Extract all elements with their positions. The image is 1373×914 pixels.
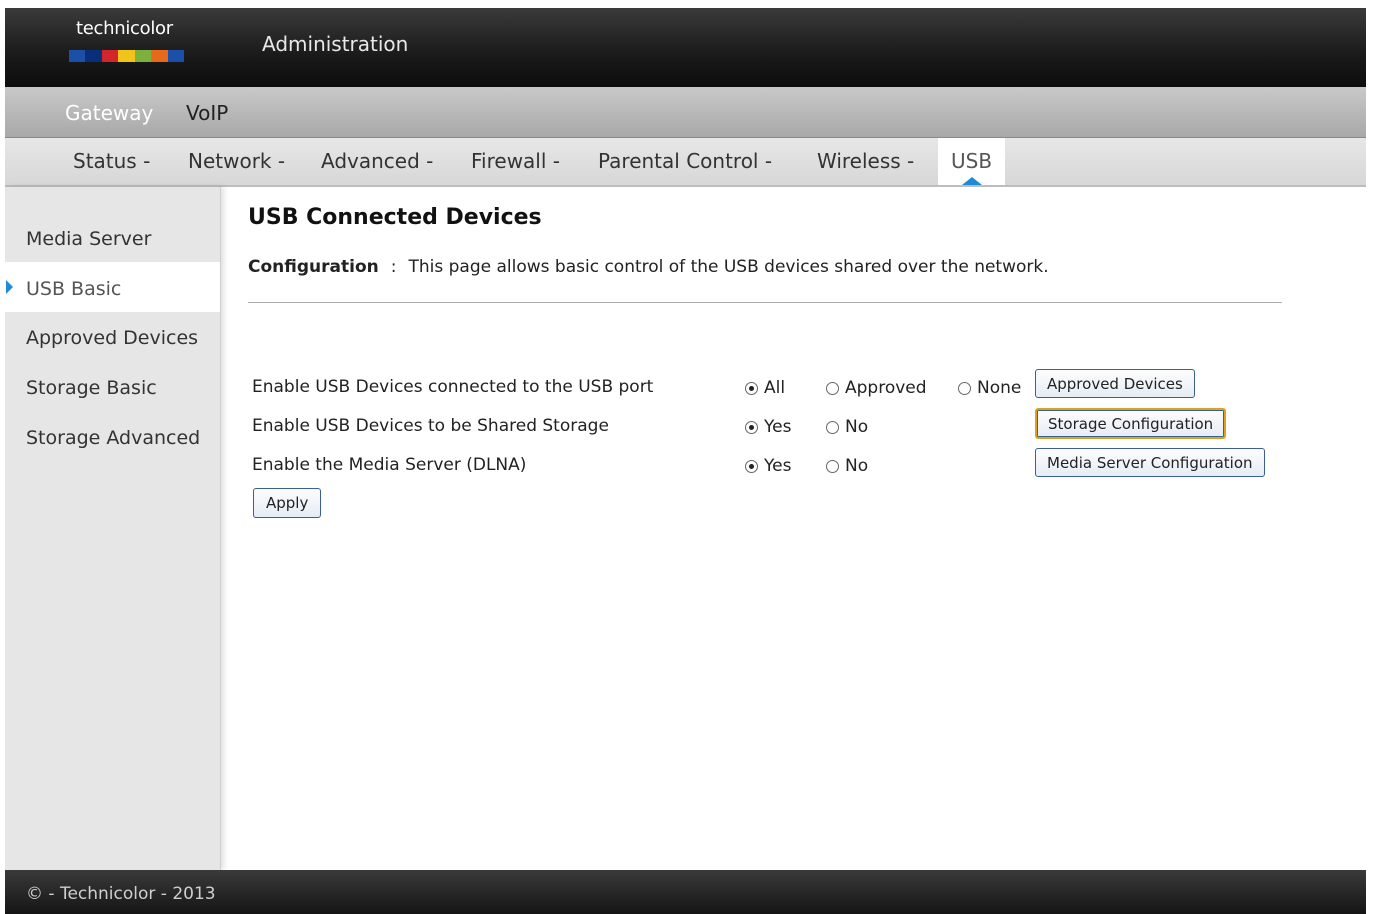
radio-label: All [764,378,786,398]
config-description: Configuration: This page allows basic con… [248,257,1049,277]
radio-usb-port-approved[interactable]: Approved [826,378,927,398]
tab-wireless[interactable]: Wireless - [817,149,914,173]
radio-label: Approved [845,378,927,398]
footer: © - Technicolor - 2013 [5,870,1366,914]
sidebar: Media Server USB Basic Approved Devices … [5,187,221,870]
active-item-arrow-icon [6,280,13,294]
sub-navigation: Status - Network - Advanced - Firewall -… [5,138,1366,187]
app-window: technicolor Administration Gateway VoIP … [5,8,1366,914]
tab-parental-control[interactable]: Parental Control - [598,149,772,173]
logo-color-bar [69,50,184,62]
radio-label: None [977,378,1022,398]
section-title: Administration [262,32,409,56]
page-title: USB Connected Devices [248,205,542,230]
approved-devices-button[interactable]: Approved Devices [1035,369,1195,398]
top-header: technicolor Administration [5,8,1366,87]
tab-status[interactable]: Status - [73,149,150,173]
radio-button[interactable] [826,420,839,434]
main-content: USB Connected Devices Configuration: This… [248,205,1282,518]
storage-configuration-button[interactable]: Storage Configuration [1035,408,1227,439]
sidebar-item-usb-basic[interactable]: USB Basic [5,262,220,312]
technicolor-logo[interactable]: technicolor [69,18,189,66]
radio-button[interactable] [826,381,839,395]
sidebar-item-approved-devices[interactable]: Approved Devices [5,311,220,361]
menu-item-voip[interactable]: VoIP [186,101,228,125]
radio-media-server-yes[interactable]: Yes [745,456,791,476]
radio-shared-storage-yes[interactable]: Yes [745,417,791,437]
copyright-text: © - Technicolor - 2013 [26,884,216,904]
radio-usb-port-all[interactable]: All [745,378,785,398]
logo-text: technicolor [76,18,173,39]
media-server-label: Enable the Media Server (DLNA) [252,455,527,475]
radio-media-server-no[interactable]: No [826,456,868,476]
radio-button[interactable] [745,459,758,473]
radio-label: Yes [764,456,792,476]
tab-firewall[interactable]: Firewall - [471,149,560,173]
tab-usb[interactable]: USB [938,138,1006,185]
media-server-configuration-button[interactable]: Media Server Configuration [1035,448,1265,477]
apply-button[interactable]: Apply [253,488,322,518]
sidebar-item-storage-basic[interactable]: Storage Basic [5,361,220,411]
radio-button[interactable] [745,420,758,434]
radio-usb-port-none[interactable]: None [958,378,1021,398]
config-separator: : [390,257,397,277]
radio-shared-storage-no[interactable]: No [826,417,868,437]
radio-label: No [845,417,869,437]
radio-button[interactable] [958,381,971,395]
shared-storage-label: Enable USB Devices to be Shared Storage [252,416,609,436]
tab-usb-label: USB [951,149,993,173]
config-text: This page allows basic control of the US… [408,257,1049,277]
divider [248,302,1282,303]
sidebar-item-storage-advanced[interactable]: Storage Advanced [5,411,220,461]
tab-advanced[interactable]: Advanced - [321,149,433,173]
main-menu: Gateway VoIP [5,87,1366,138]
active-tab-indicator-icon [961,177,982,185]
radio-label: Yes [764,417,792,437]
sidebar-item-label: USB Basic [26,278,122,300]
menu-item-gateway[interactable]: Gateway [65,101,153,125]
radio-button[interactable] [745,381,758,395]
usb-port-label: Enable USB Devices connected to the USB … [252,377,654,397]
sidebar-item-media-server[interactable]: Media Server [5,212,220,262]
config-label: Configuration [248,257,379,277]
radio-label: No [845,456,869,476]
radio-button[interactable] [826,459,839,473]
tab-network[interactable]: Network - [188,149,285,173]
